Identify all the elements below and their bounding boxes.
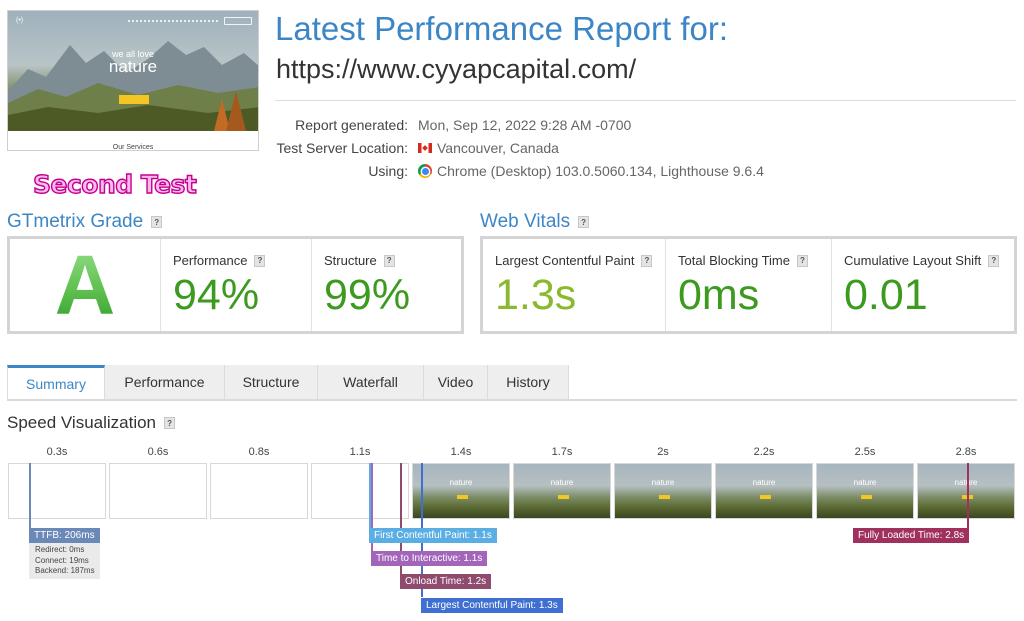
chrome-icon [418, 164, 432, 178]
page-screenshot-thumbnail[interactable]: (•) we all love nature Our Services [7, 10, 259, 151]
structure-value: 99% [324, 271, 411, 319]
cls-label: Cumulative Layout Shift? [844, 253, 1000, 268]
report-title: Latest Performance Report for: [275, 10, 729, 47]
thumbnail-hero-word: nature [108, 57, 158, 76]
timeline-tick: 0.6s [147, 446, 169, 458]
filmstrip-frame[interactable]: nature [614, 463, 712, 519]
lcp-value: 1.3s [495, 271, 577, 319]
tbt-value: 0ms [678, 271, 760, 319]
meta-value: Mon, Sep 12, 2022 9:28 AM -0700 [418, 117, 632, 133]
report-tabs: Summary Performance Structure Waterfall … [7, 365, 1017, 401]
tab-summary[interactable]: Summary [7, 365, 105, 399]
ttfb-redirect: Redirect: 0ms [35, 545, 85, 554]
tab-structure[interactable]: Structure [225, 365, 318, 399]
timeline-tick: 1.1s [349, 446, 371, 458]
structure-label: Structure? [324, 253, 395, 268]
grade-letter: A [10, 238, 160, 332]
help-icon[interactable]: ? [578, 216, 590, 228]
filmstrip-frame[interactable]: nature [917, 463, 1015, 519]
filmstrip-frame-blank[interactable] [311, 463, 409, 519]
timeline-tick: 1.4s [450, 446, 472, 458]
timeline-tick: 0.8s [248, 446, 270, 458]
web-vitals-heading: Web Vitals ? [480, 211, 590, 233]
help-icon[interactable]: ? [151, 216, 163, 228]
meta-value: Vancouver, Canada [418, 140, 559, 156]
performance-cell: Performance? 94% [161, 239, 312, 331]
timeline-tick: 1.7s [551, 446, 573, 458]
performance-label: Performance? [173, 253, 266, 268]
fully-loaded-marker-line [967, 463, 969, 528]
canada-flag-icon [418, 143, 432, 153]
cls-value: 0.01 [844, 271, 928, 319]
meta-label: Using: [368, 163, 408, 179]
speed-visualization-heading: Speed Visualization ? [7, 413, 176, 433]
help-icon[interactable]: ? [254, 254, 266, 267]
meta-value: Chrome (Desktop) 103.0.5060.134, Lightho… [418, 163, 764, 179]
ttfb-backend: Backend: 187ms [35, 566, 95, 575]
timeline-tick: 2.2s [753, 446, 775, 458]
ttfb-connect: Connect: 19ms [35, 555, 89, 565]
help-icon[interactable]: ? [988, 254, 1000, 267]
thumbnail-footer-text: Our Services [112, 144, 154, 151]
tab-history[interactable]: History [488, 365, 569, 399]
timeline-tick: 2.5s [854, 446, 876, 458]
gtmetrix-grade-panel: A Performance? 94% Structure? 99% [7, 236, 464, 334]
filmstrip-frame[interactable]: nature [412, 463, 510, 519]
timeline-tick: 2.8s [955, 446, 977, 458]
tbt-cell: Total Blocking Time? 0ms [666, 239, 832, 331]
tab-waterfall[interactable]: Waterfall [318, 365, 424, 399]
onload-marker[interactable]: Onload Time: 1.2s [400, 574, 492, 589]
thumbnail-cta-outline [224, 17, 252, 25]
meta-label: Test Server Location: [276, 140, 408, 156]
divider [275, 100, 1016, 101]
gtmetrix-grade-heading: GTmetrix Grade ? [7, 211, 163, 233]
thumbnail-menu [128, 20, 218, 22]
help-icon[interactable]: ? [164, 417, 176, 429]
performance-value: 94% [173, 271, 260, 319]
tbt-label: Total Blocking Time? [678, 253, 808, 268]
lcp-cell: Largest Contentful Paint? 1.3s [483, 239, 666, 331]
help-icon[interactable]: ? [383, 254, 395, 267]
second-test-annotation: Second Test [32, 169, 197, 199]
meta-using: Using: Chrome (Desktop) 103.0.5060.134, … [262, 163, 962, 183]
site-logo-icon: (•) [16, 17, 24, 24]
meta-label: Report generated: [295, 117, 408, 133]
filmstrip-frame[interactable]: nature [715, 463, 813, 519]
help-icon[interactable]: ? [797, 254, 808, 267]
ttfb-breakdown: Redirect: 0ms Connect: 19ms Backend: 187… [29, 543, 100, 579]
structure-cell: Structure? 99% [312, 239, 461, 331]
tti-marker[interactable]: Time to Interactive: 1.1s [371, 551, 488, 566]
tab-video[interactable]: Video [424, 365, 488, 399]
lcp-marker[interactable]: Largest Contentful Paint: 1.3s [421, 598, 563, 613]
help-icon[interactable]: ? [641, 254, 653, 267]
filmstrip-frame-blank[interactable] [109, 463, 207, 519]
lcp-label: Largest Contentful Paint? [495, 253, 653, 268]
fully-loaded-marker[interactable]: Fully Loaded Time: 2.8s [853, 528, 970, 543]
meta-report-generated: Report generated: Mon, Sep 12, 2022 9:28… [262, 117, 962, 137]
ttfb-marker-line [29, 463, 31, 530]
report-url[interactable]: https://www.cyyapcapital.com/ [276, 54, 636, 85]
thumbnail-button [119, 95, 149, 104]
filmstrip-frame-blank[interactable] [8, 463, 106, 519]
filmstrip-frame-blank[interactable] [210, 463, 308, 519]
fcp-marker[interactable]: First Contentful Paint: 1.1s [369, 528, 497, 543]
ttfb-marker[interactable]: TTFB: 206ms [29, 528, 100, 543]
thumbnail-nav: (•) [16, 17, 252, 27]
timeline-tick: 2s [657, 446, 669, 458]
meta-test-server-location: Test Server Location: Vancouver, Canada [262, 140, 962, 160]
filmstrip-frame[interactable]: nature [513, 463, 611, 519]
cls-cell: Cumulative Layout Shift? 0.01 [832, 239, 1014, 331]
filmstrip-frame[interactable]: nature [816, 463, 914, 519]
grade-cell: A [10, 238, 161, 332]
tab-performance[interactable]: Performance [105, 365, 225, 399]
timeline-tick: 0.3s [46, 446, 68, 458]
web-vitals-panel: Largest Contentful Paint? 1.3s Total Blo… [480, 236, 1017, 334]
